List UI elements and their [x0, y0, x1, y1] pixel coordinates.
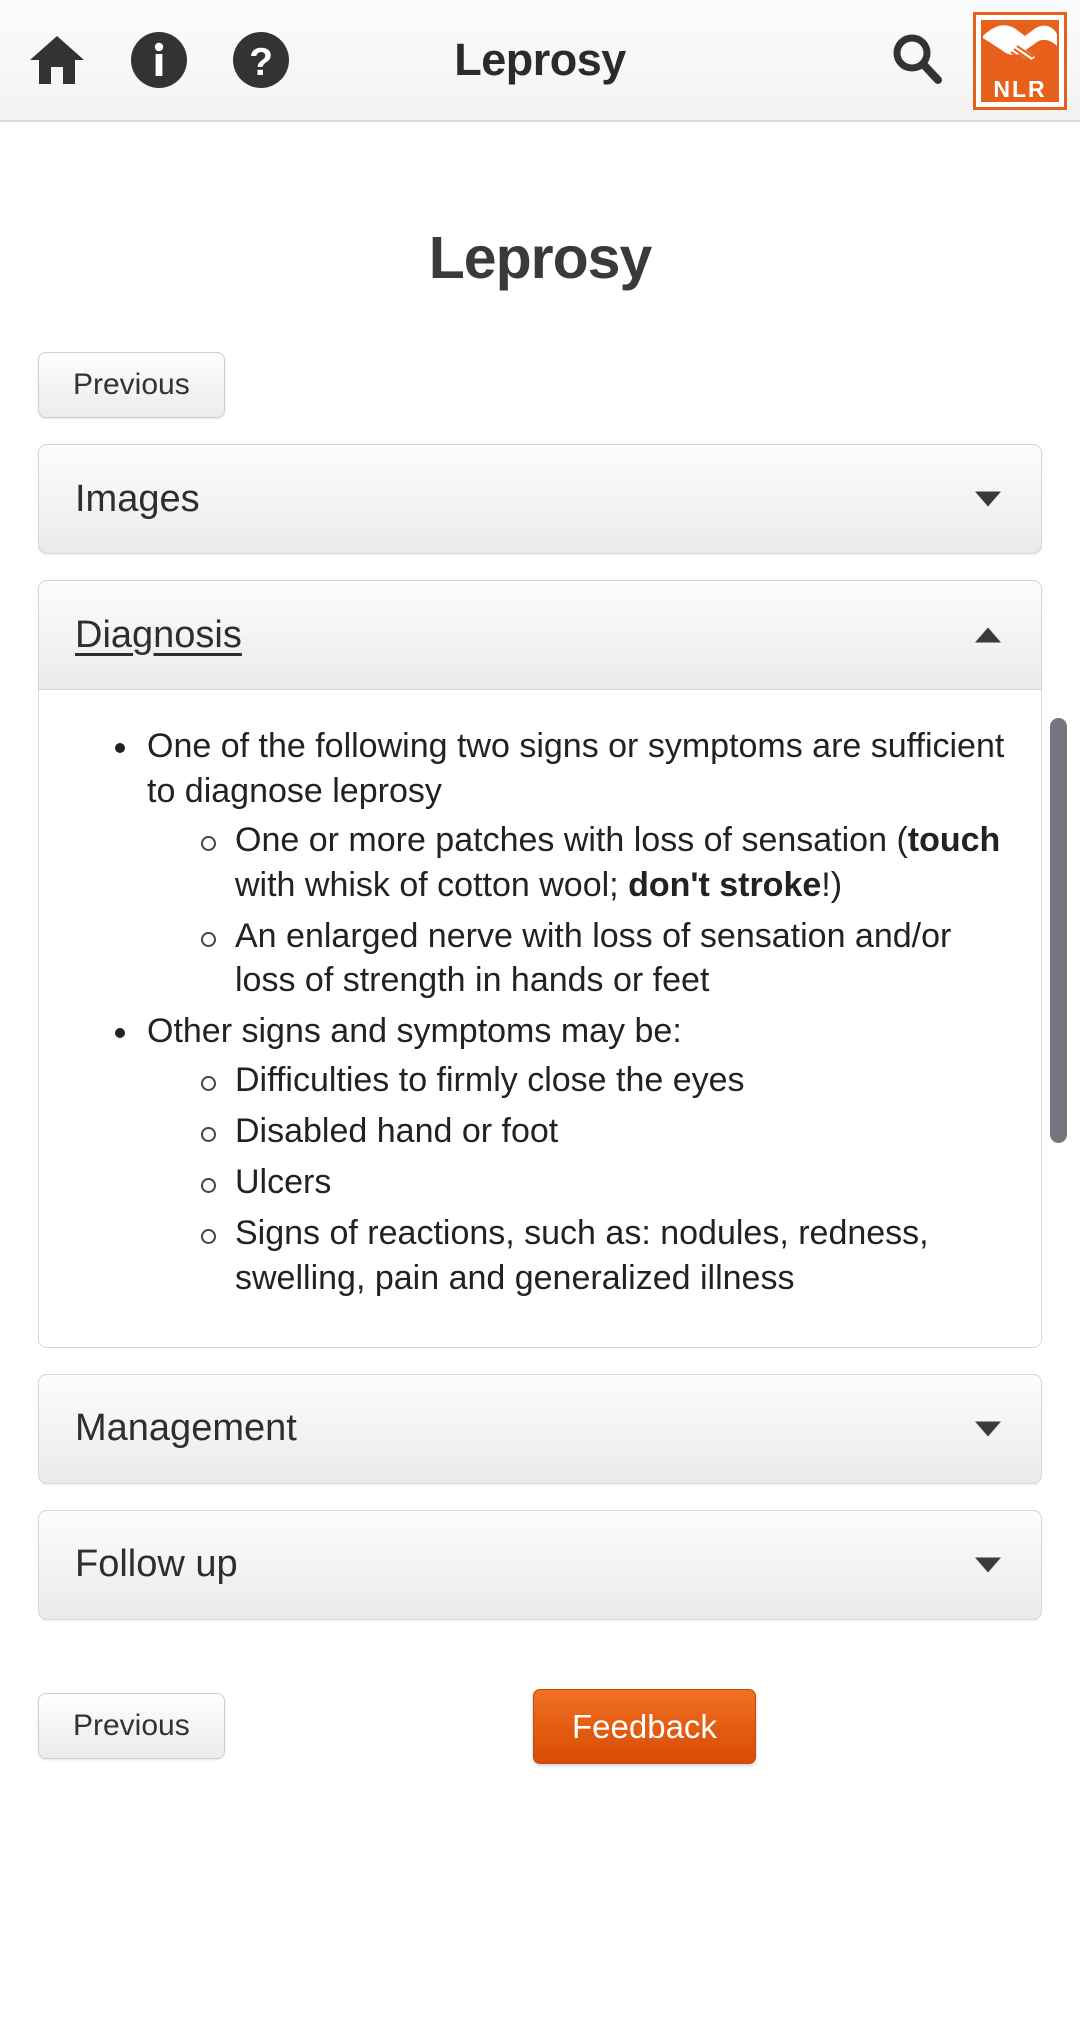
info-button[interactable]: [128, 29, 190, 91]
diagnosis-sublist: One or more patches with loss of sensati…: [147, 818, 1011, 1004]
search-button[interactable]: [886, 30, 948, 92]
list-item-text: Signs of reactions, such as: nodules, re…: [235, 1213, 929, 1297]
previous-button-bottom[interactable]: Previous: [38, 1693, 225, 1759]
list-item: One of the following two signs or sympto…: [109, 724, 1011, 1003]
list-item: One or more patches with loss of sensati…: [197, 818, 1011, 908]
home-button[interactable]: [26, 29, 88, 91]
home-icon: [29, 34, 85, 86]
chevron-down-icon: [975, 491, 1001, 507]
accordion-label-images: Images: [75, 477, 200, 520]
list-item-text: Other signs and symptoms may be:: [147, 1012, 682, 1051]
chevron-down-icon: [975, 1421, 1001, 1436]
info-circle-icon: [130, 31, 188, 89]
accordion-diagnosis: Diagnosis One of the following two signs…: [38, 580, 1067, 1348]
list-item: Ulcers: [197, 1160, 1011, 1205]
footer-actions: Previous Feedback: [38, 1674, 1042, 1779]
svg-text:?: ?: [249, 41, 273, 84]
accordion-management: Management: [38, 1373, 1042, 1484]
header-right-actions: NLR: [886, 0, 1067, 122]
list-item-text: Ulcers: [235, 1162, 332, 1201]
app-header: ? Leprosy NLR: [0, 0, 1080, 122]
list-item: Signs of reactions, such as: nodules, re…: [197, 1211, 1011, 1301]
accordion-label-management: Management: [75, 1407, 297, 1449]
accordion-header-followup[interactable]: Follow up: [38, 1509, 1042, 1620]
diagnosis-sublist: Difficulties to firmly close the eyes Di…: [147, 1058, 1011, 1300]
nlr-logo-text: NLR: [993, 76, 1047, 102]
list-item: Other signs and symptoms may be: Difficu…: [109, 1009, 1011, 1300]
list-item: An enlarged nerve with loss of sensation…: [197, 914, 1011, 1004]
accordion-header-images[interactable]: Images: [38, 444, 1042, 554]
page-content: Leprosy Previous Images Diagnosis One of…: [0, 224, 1080, 1779]
list-item: Difficulties to firmly close the eyes: [197, 1058, 1011, 1103]
nlr-logo[interactable]: NLR: [973, 12, 1067, 110]
help-button[interactable]: ?: [230, 29, 292, 91]
list-item-text: One of the following two signs or sympto…: [147, 727, 1005, 810]
accordion-header-diagnosis[interactable]: Diagnosis: [38, 580, 1042, 690]
list-item-text: Difficulties to firmly close the eyes: [235, 1061, 745, 1100]
accordion-header-management[interactable]: Management: [38, 1373, 1042, 1484]
accordion-label-diagnosis: Diagnosis: [75, 613, 242, 656]
content-scrollbar-thumb[interactable]: [1050, 718, 1067, 1143]
question-circle-icon: ?: [232, 31, 290, 89]
previous-button-top[interactable]: Previous: [38, 352, 225, 418]
chevron-up-icon: [975, 627, 1001, 643]
list-item-text: Disabled hand or foot: [235, 1112, 559, 1150]
list-item-text: An enlarged nerve with loss of sensation…: [235, 916, 952, 1000]
accordion-images: Images: [38, 444, 1042, 554]
header-left-icons: ?: [0, 29, 292, 91]
list-item: Disabled hand or foot: [197, 1109, 1011, 1154]
list-item-text: One or more patches with loss of sensati…: [235, 820, 1001, 904]
accordion-label-followup: Follow up: [75, 1543, 238, 1585]
accordion-followup: Follow up: [38, 1509, 1042, 1620]
feedback-button[interactable]: Feedback: [533, 1688, 756, 1764]
chevron-down-icon: [975, 1557, 1001, 1572]
diagnosis-list: One of the following two signs or sympto…: [69, 724, 1011, 1301]
page-title: Leprosy: [428, 225, 653, 291]
accordion-panel-diagnosis: One of the following two signs or sympto…: [38, 690, 1067, 1348]
search-icon: [889, 31, 945, 92]
